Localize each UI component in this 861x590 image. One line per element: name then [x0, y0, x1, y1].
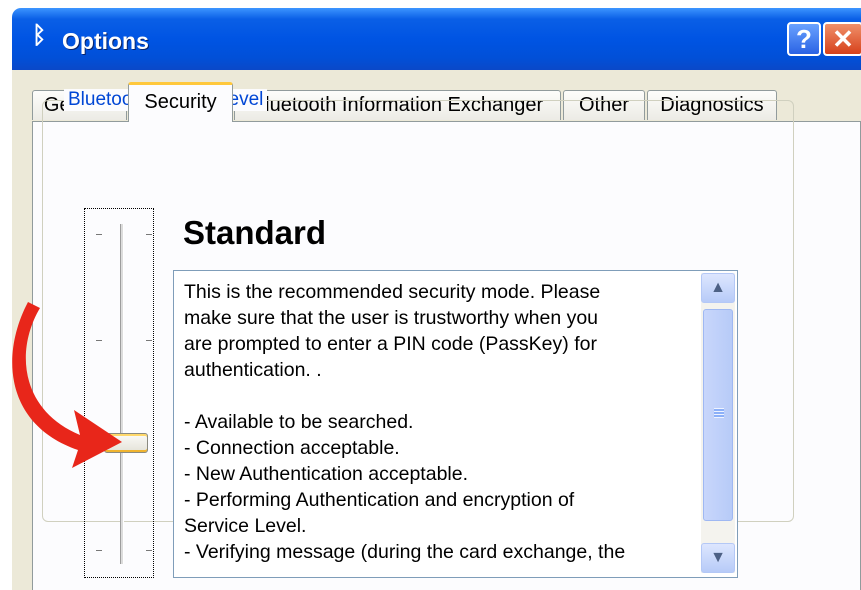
scroll-up-button[interactable]: ▲ — [701, 273, 735, 303]
security-description-box[interactable]: This is the recommended security mode. P… — [173, 270, 738, 578]
options-window: ᛒ Options ? ✕ General Security Bluetooth… — [0, 0, 861, 590]
title-bar[interactable]: ᛒ Options ? ✕ — [12, 8, 861, 70]
help-button[interactable]: ? — [787, 22, 821, 56]
window-title: Options — [62, 28, 149, 54]
red-arrow-annotation — [12, 302, 122, 468]
slider-tick — [96, 550, 102, 551]
security-level-title: Standard — [183, 214, 327, 251]
slider-tick — [146, 234, 152, 235]
scroll-down-button[interactable]: ▼ — [701, 543, 735, 573]
slider-tick — [96, 234, 102, 235]
tab-security[interactable]: Security — [128, 82, 233, 122]
scroll-thumb[interactable] — [703, 309, 733, 521]
close-button[interactable]: ✕ — [823, 22, 861, 56]
grip-icon — [714, 408, 724, 418]
vertical-scrollbar[interactable]: ▲ ▼ — [701, 273, 735, 573]
bluetooth-icon: ᛒ — [32, 22, 47, 49]
slider-tick — [146, 550, 152, 551]
security-description-text: This is the recommended security mode. P… — [184, 281, 626, 563]
